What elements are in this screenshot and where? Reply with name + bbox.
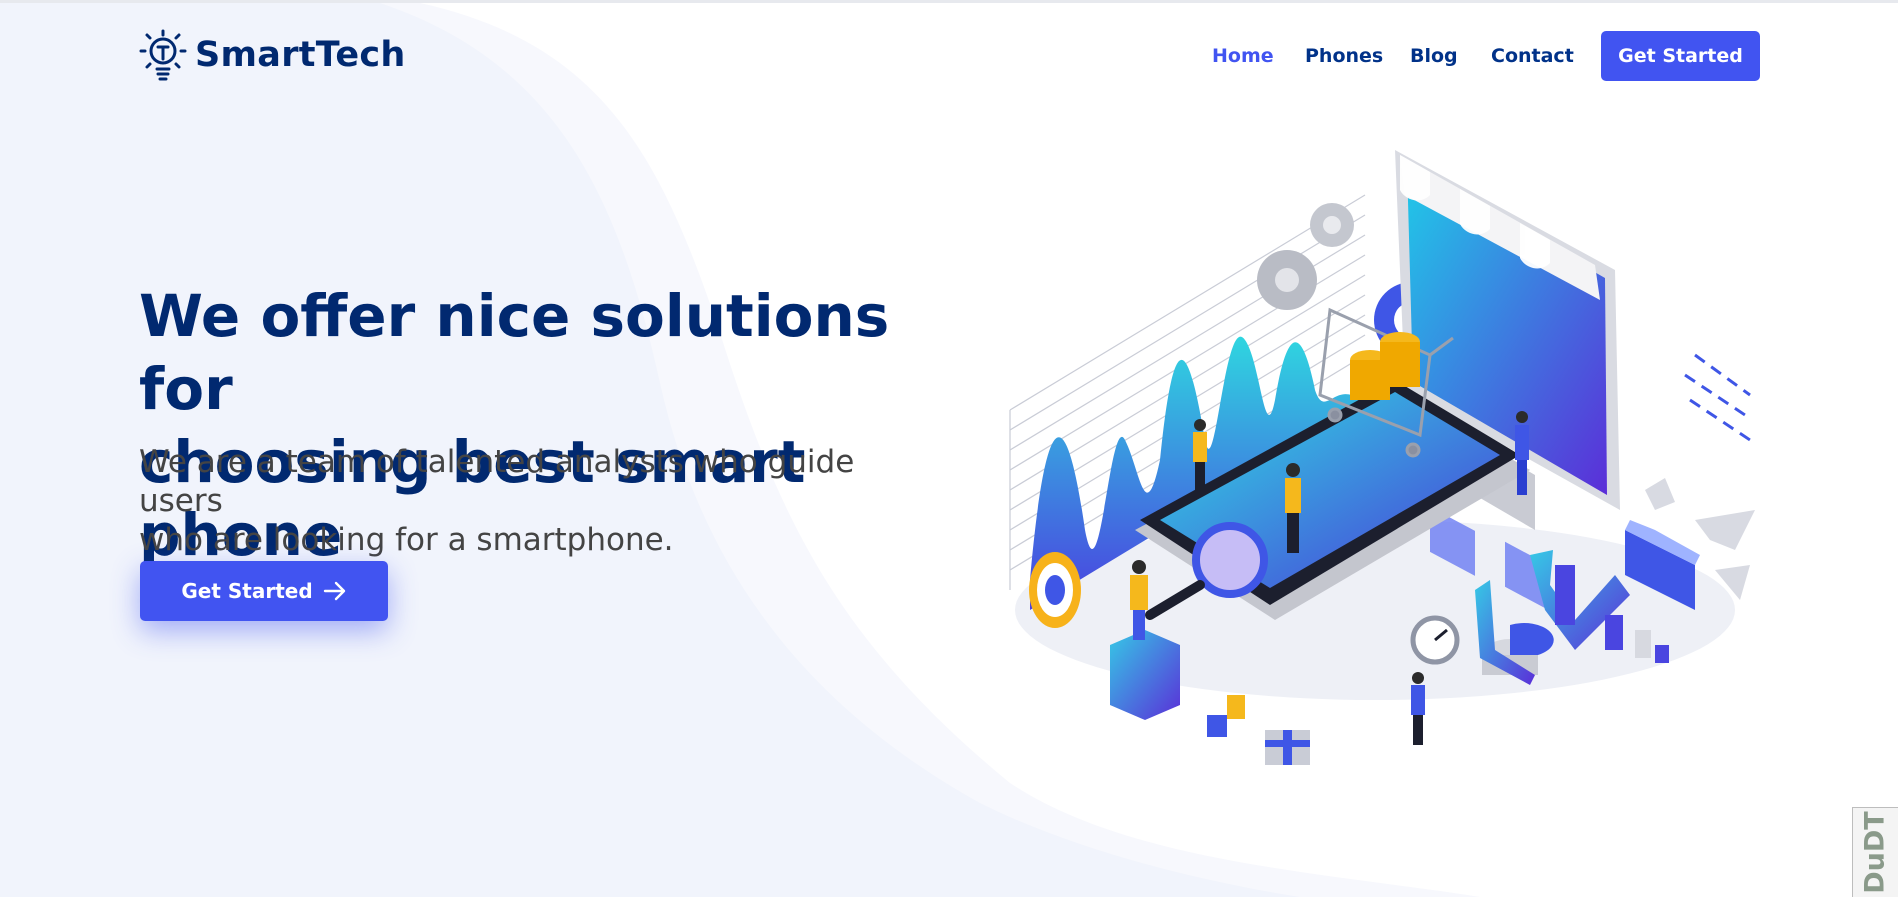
- nav-link-phones[interactable]: Phones: [1305, 30, 1383, 82]
- small-cubes: [1207, 695, 1245, 737]
- clock-icon: [1410, 615, 1460, 665]
- hero-subtitle: We are a team of talented analysts who g…: [139, 443, 939, 560]
- hero-illustration: [1009, 150, 1755, 765]
- nav-link-contact[interactable]: Contact: [1491, 30, 1574, 82]
- hero-get-started-label: Get Started: [181, 579, 313, 603]
- brand-name: SmartTech: [195, 35, 406, 75]
- hero-subtitle-line-2: who are looking for a smartphone.: [139, 522, 674, 558]
- lightbulb-gear-icon: [139, 29, 187, 81]
- nav-link-blog[interactable]: Blog: [1410, 30, 1458, 82]
- brand-logo[interactable]: SmartTech: [139, 29, 406, 81]
- motion-lines: [1684, 353, 1751, 442]
- hero-get-started-button[interactable]: Get Started: [140, 561, 388, 621]
- hero-title-line-1: We offer nice solutions for: [139, 282, 890, 423]
- nav-link-home[interactable]: Home: [1212, 30, 1274, 82]
- target-icon: [1029, 552, 1081, 628]
- nav-get-started-button[interactable]: Get Started: [1601, 31, 1760, 81]
- corner-badge: DuDT: [1852, 807, 1898, 897]
- gift-box-icon: [1265, 730, 1310, 765]
- hero-subtitle-line-1: We are a team of talented analysts who g…: [139, 444, 855, 519]
- pedestal: [1110, 630, 1180, 720]
- arrow-right-icon: [323, 581, 345, 601]
- corner-badge-text: DuDT: [1860, 811, 1891, 894]
